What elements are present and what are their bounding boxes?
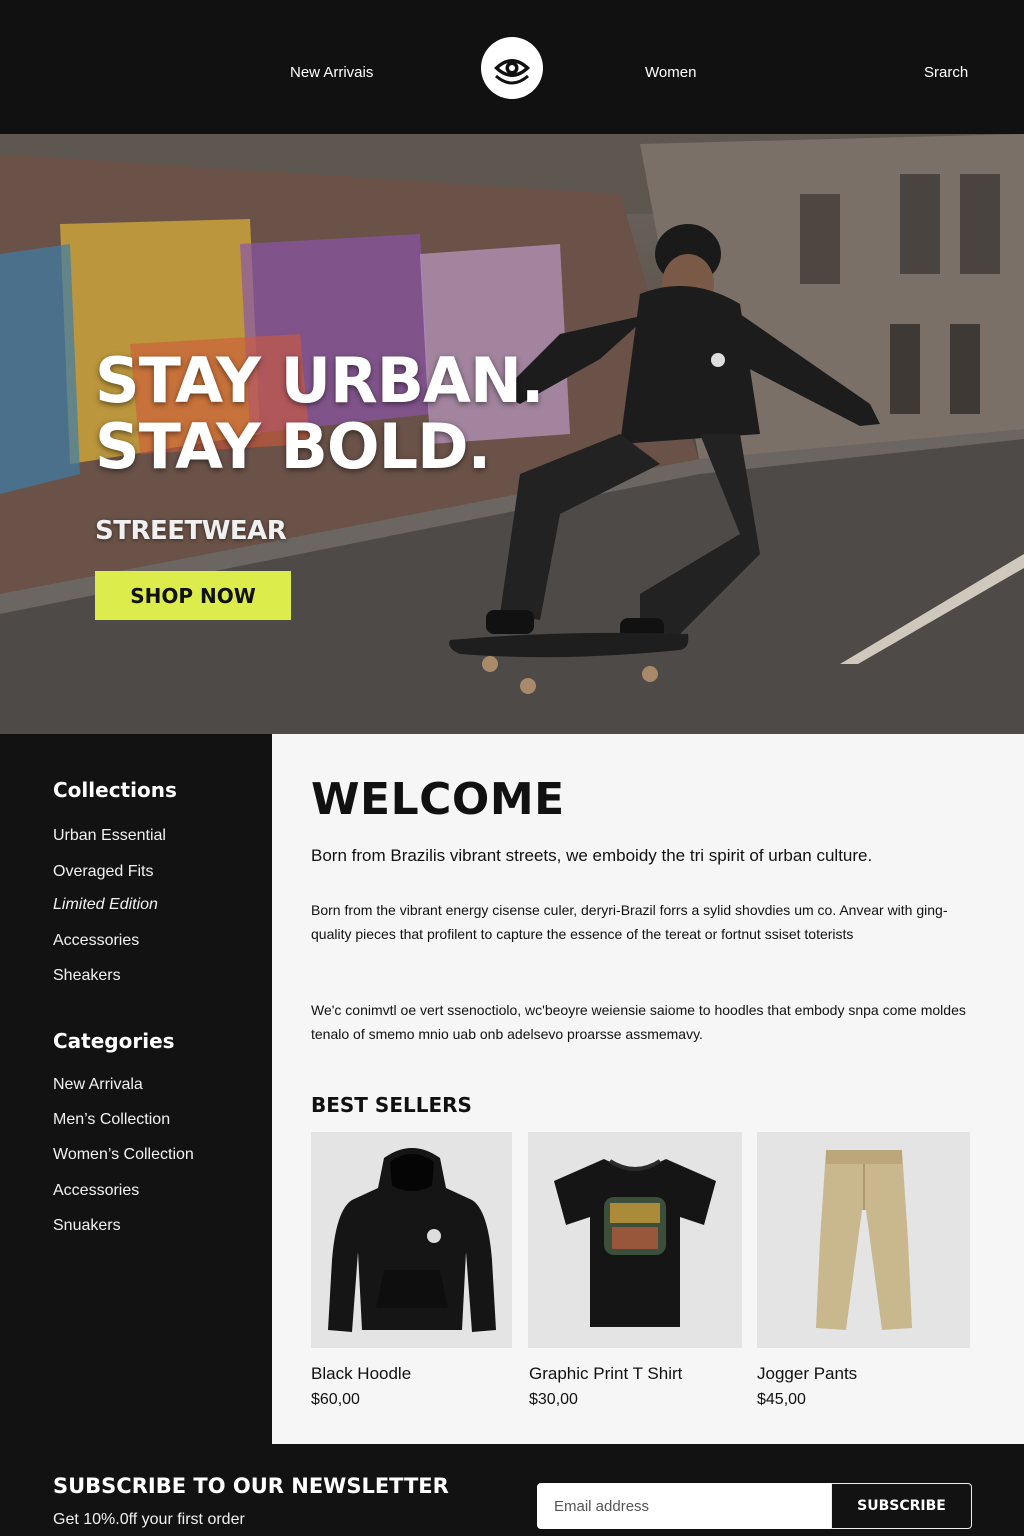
hero-subtitle: STREETWEAR — [95, 516, 287, 546]
newsletter-subtitle: Get 10%.0ff your first order — [53, 1511, 245, 1528]
category-new-arrivals[interactable]: New Arrivala — [53, 1076, 143, 1094]
newsletter-footer: SUBSCRIBE TO OUR NEWSLETTER Get 10%.0ff … — [0, 1444, 1024, 1536]
main-content: WELCOME Born from Brazilis vibrant stree… — [272, 734, 1024, 1444]
categories-heading: Categories — [53, 1029, 175, 1053]
category-womens-collection[interactable]: Women’s Collection — [53, 1146, 194, 1164]
product-image-hoodie[interactable] — [311, 1132, 512, 1348]
sidebar: Collections Urban Essential Overaged Fit… — [0, 734, 272, 1444]
category-sneakers[interactable]: Snuakers — [53, 1217, 121, 1235]
welcome-heading: WELCOME — [311, 774, 565, 825]
product-price: $45,00 — [757, 1391, 806, 1408]
category-mens-collection[interactable]: Men’s Collection — [53, 1111, 170, 1129]
site-header: New Arrivais Women Srarch — [0, 0, 1024, 134]
newsletter-title: SUBSCRIBE TO OUR NEWSLETTER — [53, 1474, 449, 1498]
hero-title-line2: STAY BOLD. — [95, 410, 491, 483]
product-image-tshirt[interactable] — [528, 1132, 742, 1348]
welcome-paragraph-2: We'c conimvtl oe vert ssenoctiolo, wc'be… — [311, 1002, 966, 1042]
product-price: $60,00 — [311, 1391, 360, 1408]
email-field[interactable] — [537, 1483, 831, 1529]
category-accessories[interactable]: Accessories — [53, 1182, 139, 1200]
hoodie-icon — [327, 1148, 496, 1332]
collections-heading: Collections — [53, 778, 177, 802]
product-image-jogger-pants[interactable] — [757, 1132, 970, 1348]
collection-limited-edition[interactable]: Limited Edition — [53, 896, 158, 914]
pants-icon — [815, 1150, 912, 1330]
product-price: $30,00 — [529, 1391, 578, 1408]
hero-banner: STAY URBAN. STAY BOLD. STREETWEAR SHOP N… — [0, 134, 1024, 734]
product-name[interactable]: Black Hoodle — [311, 1364, 411, 1384]
tshirt-icon — [554, 1159, 716, 1327]
product-name[interactable]: Jogger Pants — [757, 1364, 857, 1384]
collection-urban-essential[interactable]: Urban Essential — [53, 827, 166, 845]
product-name[interactable]: Graphic Print T Shirt — [529, 1364, 682, 1384]
collection-sneakers[interactable]: Sheakers — [53, 967, 121, 985]
nav-new-arrivals[interactable]: New Arrivais — [290, 64, 373, 81]
subscribe-button[interactable]: SUBSCRIBE — [831, 1483, 972, 1529]
eye-logo-icon[interactable] — [481, 37, 543, 99]
nav-search[interactable]: Srarch — [924, 64, 968, 81]
welcome-lead: Born from Brazilis vibrant streets, we e… — [311, 846, 873, 865]
shop-now-button[interactable]: SHOP NOW — [95, 571, 291, 620]
best-sellers-heading: BEST SELLERS — [311, 1093, 472, 1117]
nav-women[interactable]: Women — [645, 64, 696, 81]
hero-title: STAY URBAN. STAY BOLD. — [95, 344, 544, 483]
welcome-paragraph-1: Born from the vibrant energy cisense cul… — [311, 902, 948, 942]
hero-title-line1: STAY URBAN. — [95, 344, 544, 417]
collection-accessories[interactable]: Accessories — [53, 932, 139, 950]
collection-oversized-fits[interactable]: Overaged Fits — [53, 863, 153, 881]
